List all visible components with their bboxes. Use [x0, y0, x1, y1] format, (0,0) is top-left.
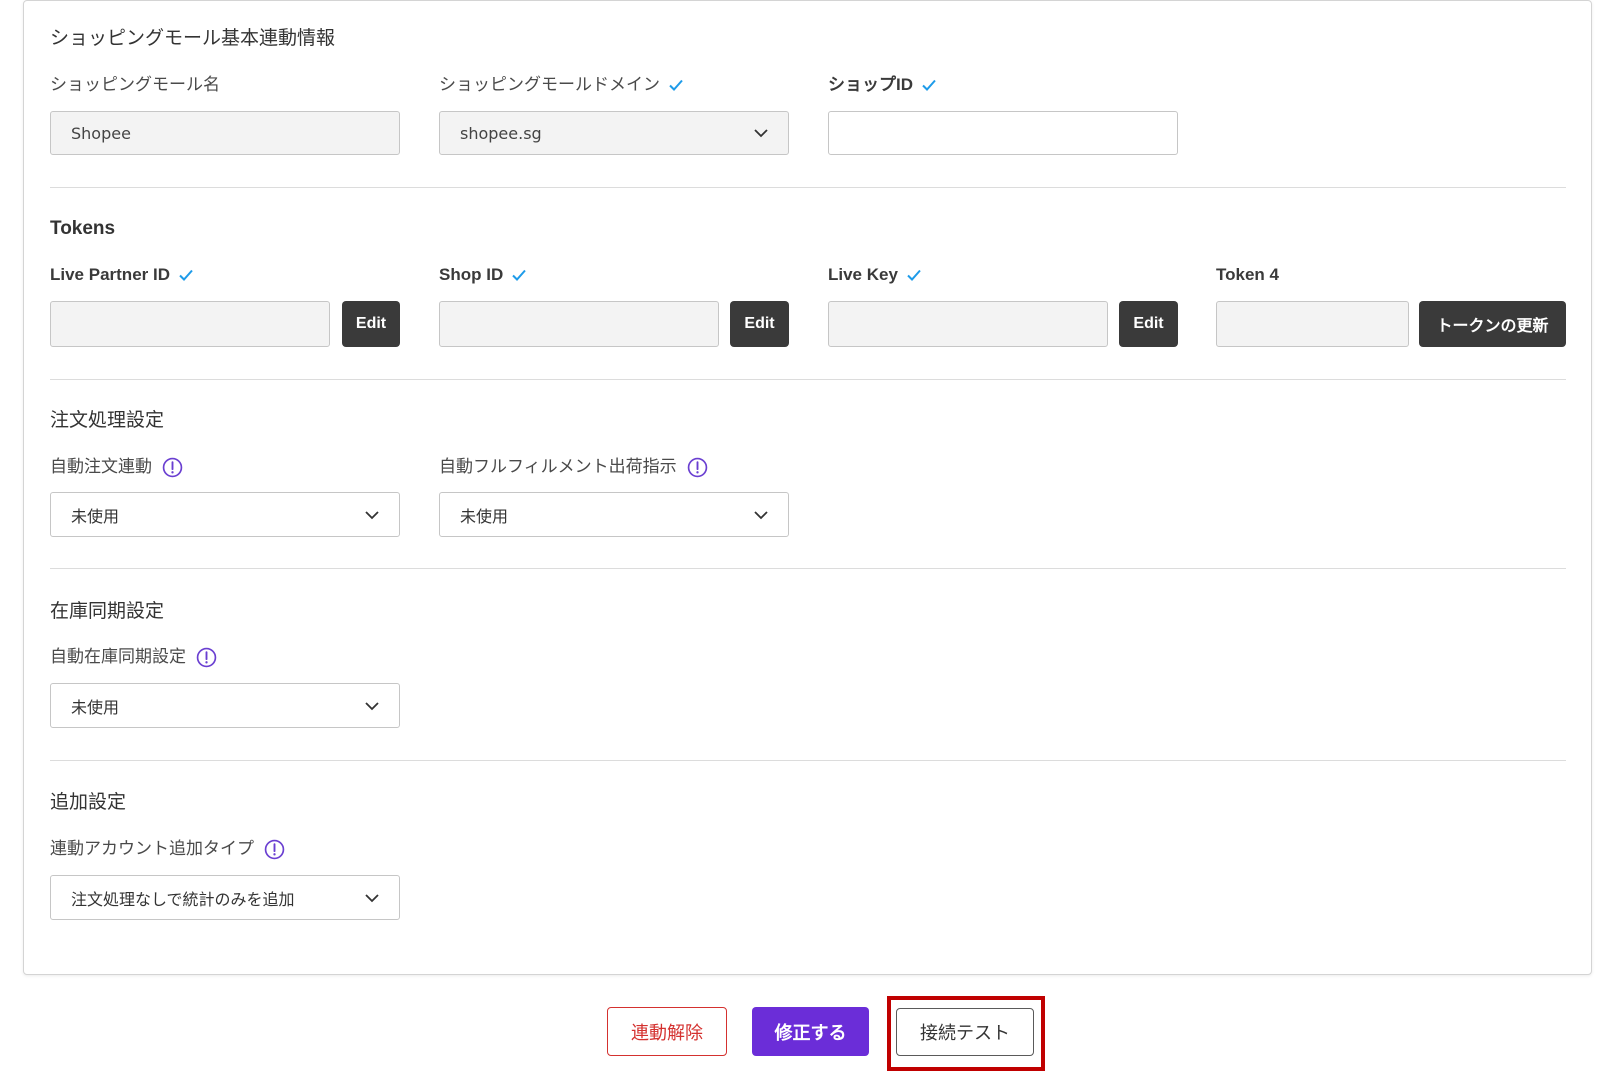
refresh-token-button[interactable]: トークンの更新 — [1419, 301, 1566, 347]
token-4-input[interactable] — [1216, 301, 1409, 347]
mall-domain-select-value: shopee.sg — [460, 123, 542, 143]
account-add-type-select-value: 注文処理なしで統計のみを追加 — [71, 889, 295, 909]
inventory-section-title: 在庫同期設定 — [50, 600, 165, 622]
token-shop-id-edit-button[interactable]: Edit — [730, 301, 789, 347]
info-icon[interactable] — [196, 647, 217, 668]
mall-name-input[interactable] — [50, 111, 400, 155]
auto-order-sync-select-value: 未使用 — [71, 506, 120, 526]
shop-id-label-text: ショップID — [828, 75, 913, 94]
auto-inventory-sync-label: 自動在庫同期設定 — [50, 645, 217, 669]
account-add-type-label: 連動アカウント追加タイプ — [50, 837, 285, 861]
connection-test-button[interactable]: 接続テスト — [896, 1008, 1034, 1056]
auto-fulfillment-label: 自動フルフィルメント出荷指示 — [439, 455, 708, 479]
shop-id-input[interactable] — [828, 111, 1178, 155]
mall-domain-label: ショッピングモールドメイン — [439, 73, 684, 97]
check-icon — [907, 269, 921, 281]
auto-inventory-sync-select-value: 未使用 — [71, 697, 120, 717]
order-section-title: 注文処理設定 — [50, 409, 165, 431]
mall-domain-label-text: ショッピングモールドメイン — [439, 75, 660, 95]
unlink-button[interactable]: 連動解除 — [607, 1007, 727, 1056]
modify-button[interactable]: 修正する — [752, 1007, 869, 1056]
account-add-type-label-text: 連動アカウント追加タイプ — [50, 839, 254, 859]
chevron-down-icon — [365, 893, 379, 902]
info-icon[interactable] — [264, 839, 285, 860]
token-4-label-text: Token 4 — [1216, 265, 1279, 284]
auto-inventory-sync-label-text: 自動在庫同期設定 — [50, 647, 186, 667]
live-key-edit-button[interactable]: Edit — [1119, 301, 1178, 347]
section-divider — [50, 760, 1566, 761]
auto-order-sync-label: 自動注文連動 — [50, 455, 183, 479]
chevron-down-icon — [754, 510, 768, 519]
check-icon — [922, 79, 936, 91]
chevron-down-icon — [365, 701, 379, 710]
token-shop-id-label-text: Shop ID — [439, 265, 504, 284]
section-divider — [50, 379, 1566, 380]
shop-id-label: ショップID — [828, 73, 937, 97]
auto-order-sync-label-text: 自動注文連動 — [50, 457, 152, 477]
live-partner-id-label: Live Partner ID — [50, 263, 194, 287]
check-icon — [669, 79, 683, 91]
auto-fulfillment-label-text: 自動フルフィルメント出荷指示 — [439, 457, 677, 477]
live-partner-id-label-text: Live Partner ID — [50, 265, 170, 284]
token-shop-id-input[interactable] — [439, 301, 719, 347]
info-icon[interactable] — [687, 457, 708, 478]
auto-order-sync-select[interactable]: 未使用 — [50, 492, 400, 537]
check-icon — [179, 269, 193, 281]
info-icon[interactable] — [162, 457, 183, 478]
token-4-label: Token 4 — [1216, 263, 1279, 287]
account-add-type-select[interactable]: 注文処理なしで統計のみを追加 — [50, 875, 400, 920]
additional-section-title: 追加設定 — [50, 791, 127, 813]
live-key-label: Live Key — [828, 263, 922, 287]
mall-name-label: ショッピングモール名 — [50, 73, 220, 97]
mall-name-label-text: ショッピングモール名 — [50, 75, 220, 95]
auto-inventory-sync-select[interactable]: 未使用 — [50, 683, 400, 728]
section-divider — [50, 568, 1566, 569]
auto-fulfillment-select[interactable]: 未使用 — [439, 492, 789, 537]
chevron-down-icon — [365, 510, 379, 519]
check-icon — [512, 269, 526, 281]
mall-domain-select[interactable]: shopee.sg — [439, 111, 789, 155]
tokens-section-title: Tokens — [50, 218, 116, 239]
live-key-input[interactable] — [828, 301, 1108, 347]
live-partner-id-edit-button[interactable]: Edit — [342, 301, 400, 347]
chevron-down-icon — [754, 129, 768, 138]
basic-section-title: ショッピングモール基本連動情報 — [50, 27, 336, 49]
live-partner-id-input[interactable] — [50, 301, 330, 347]
auto-fulfillment-select-value: 未使用 — [460, 506, 509, 526]
live-key-label-text: Live Key — [828, 265, 898, 284]
section-divider — [50, 187, 1566, 188]
token-shop-id-label: Shop ID — [439, 263, 527, 287]
